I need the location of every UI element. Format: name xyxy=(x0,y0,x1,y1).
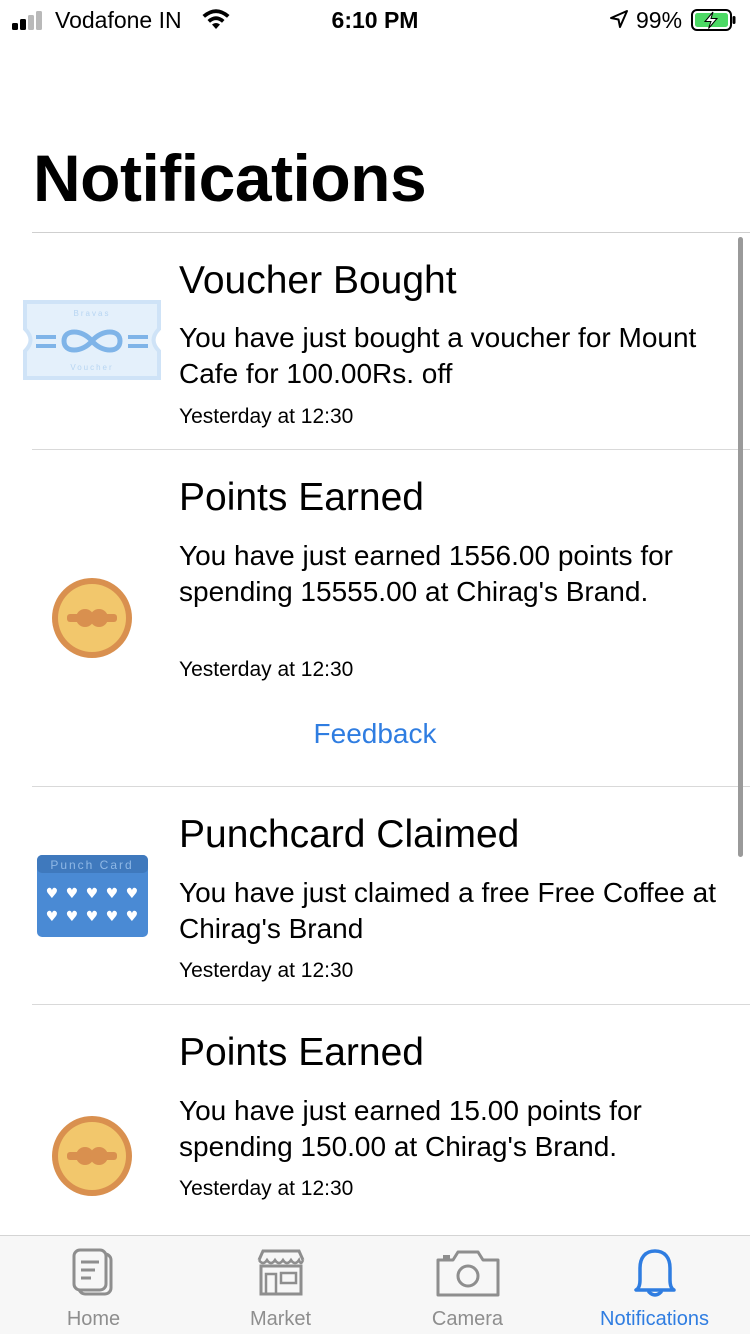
battery-percentage: 99% xyxy=(636,7,683,33)
svg-text:Bravas: Bravas xyxy=(74,309,111,318)
page-title: Notifications xyxy=(33,141,427,215)
tab-bar: Home Market Camera Notifications xyxy=(0,1235,750,1334)
camera-icon xyxy=(436,1250,499,1297)
tab-label: Camera xyxy=(431,1308,504,1330)
svg-text:♥: ♥ xyxy=(126,909,139,925)
notification-body: You have just bought a voucher for Mount… xyxy=(179,322,697,389)
notification-body: You have just claimed a free Free Coffee… xyxy=(179,877,716,944)
svg-text:Punch Card: Punch Card xyxy=(50,858,133,872)
svg-text:♥: ♥ xyxy=(86,909,99,925)
bell-icon xyxy=(633,1249,676,1297)
svg-text:♥: ♥ xyxy=(126,886,139,902)
home-document-icon xyxy=(72,1248,112,1296)
status-bar: Vodafone IN 6:10 PM 99% xyxy=(0,0,750,40)
svg-text:♥: ♥ xyxy=(46,886,59,902)
notification-time: Yesterday at 12:30 xyxy=(179,1177,354,1200)
notification-list[interactable]: Bravas Voucher Voucher Bought You have j… xyxy=(0,233,750,1235)
notification-item[interactable]: Bravas Voucher Voucher Bought You have j… xyxy=(0,233,750,450)
notification-item[interactable]: Points Earned You have just earned 1556.… xyxy=(0,450,750,787)
voucher-icon: Bravas Voucher xyxy=(23,300,161,380)
tab-camera[interactable]: Camera xyxy=(374,1236,561,1334)
notification-title: Voucher Bought xyxy=(179,259,457,302)
location-arrow-icon xyxy=(610,10,628,28)
battery-charging-icon xyxy=(691,9,736,31)
scrollbar[interactable] xyxy=(738,237,743,857)
notification-time: Yesterday at 12:30 xyxy=(179,658,354,681)
market-store-icon xyxy=(257,1249,304,1296)
tab-label: Notifications xyxy=(600,1308,709,1330)
notification-title: Points Earned xyxy=(179,1031,424,1074)
tab-market[interactable]: Market xyxy=(187,1236,374,1334)
svg-text:Voucher: Voucher xyxy=(70,363,113,372)
svg-text:♥: ♥ xyxy=(66,886,79,902)
notification-time: Yesterday at 12:30 xyxy=(179,405,354,428)
svg-text:♥: ♥ xyxy=(86,886,99,902)
points-coin-icon xyxy=(52,1116,132,1196)
tab-label: Market xyxy=(249,1308,312,1330)
svg-text:♥: ♥ xyxy=(66,909,79,925)
notification-title: Points Earned xyxy=(179,476,424,519)
tab-home[interactable]: Home xyxy=(0,1236,187,1334)
notification-time: Yesterday at 12:30 xyxy=(179,959,354,982)
notification-item[interactable]: Points Earned You have just earned 15.00… xyxy=(0,1005,750,1235)
tab-label: Home xyxy=(66,1308,121,1330)
punch-card-icon: Punch Card ♥ ♥ ♥ ♥ ♥ ♥ ♥ ♥ ♥ ♥ xyxy=(37,855,148,937)
notification-body: You have just earned 1556.00 points for … xyxy=(179,540,674,607)
notification-body: You have just earned 15.00 points for sp… xyxy=(179,1095,642,1162)
notification-title: Punchcard Claimed xyxy=(179,813,520,856)
svg-text:♥: ♥ xyxy=(46,909,59,925)
tab-notifications[interactable]: Notifications xyxy=(561,1236,748,1334)
feedback-button[interactable]: Feedback xyxy=(0,718,750,750)
points-coin-icon xyxy=(52,578,132,658)
svg-text:♥: ♥ xyxy=(106,886,119,902)
svg-text:♥: ♥ xyxy=(106,909,119,925)
notification-item[interactable]: Punch Card ♥ ♥ ♥ ♥ ♥ ♥ ♥ ♥ ♥ ♥ Punchcard Claimed… xyxy=(0,787,750,1005)
